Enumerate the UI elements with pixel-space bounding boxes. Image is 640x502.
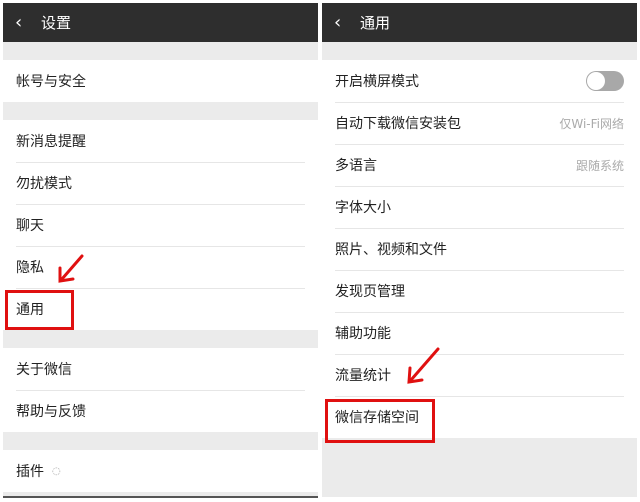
arrow-icon bbox=[407, 347, 440, 384]
annotation-arrows bbox=[58, 254, 440, 384]
arrow-icon bbox=[58, 254, 84, 283]
